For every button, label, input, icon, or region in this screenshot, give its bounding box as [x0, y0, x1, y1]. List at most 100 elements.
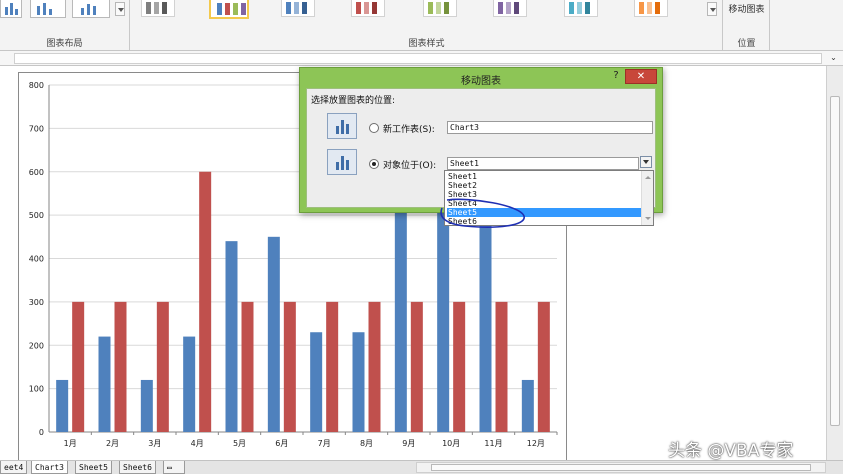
layout-more-button[interactable]	[115, 2, 125, 16]
sheet-dropdown-list[interactable]: Sheet1 Sheet2 Sheet3 Sheet4 Sheet5 Sheet…	[444, 170, 654, 226]
dropdown-item-sheet2[interactable]: Sheet2	[447, 181, 641, 190]
layout-thumb-1[interactable]	[0, 0, 22, 18]
dropdown-scrollbar[interactable]	[641, 171, 653, 225]
style-swatch-purple[interactable]	[493, 0, 527, 17]
dialog-title: 移动图表	[461, 76, 501, 87]
x-tick-label: 7月	[318, 439, 331, 448]
chart-layout-group: 图表布局	[0, 0, 130, 50]
sheet-tab-sheet6[interactable]: Sheet6	[119, 461, 156, 474]
bar-series2	[156, 301, 169, 432]
formula-input[interactable]	[14, 53, 822, 64]
bar-series2	[199, 171, 212, 432]
help-icon[interactable]: ?	[610, 70, 622, 81]
bar-series2	[410, 301, 423, 432]
new-sheet-chart-icon	[327, 113, 357, 139]
style-swatch-multicolor[interactable]	[209, 0, 249, 19]
bar-series1	[310, 332, 323, 432]
x-tick-label: 8月	[360, 439, 373, 448]
y-tick-label: 400	[29, 255, 44, 264]
move-chart-button[interactable]: 移动图表	[724, 2, 769, 15]
style-swatch-blue[interactable]	[281, 0, 315, 17]
expand-formula-bar-icon[interactable]: ⌄	[828, 52, 839, 64]
insert-sheet-icon[interactable]: ▭	[163, 461, 185, 474]
object-in-label: 对象位于(O):	[383, 161, 437, 171]
formula-bar: ⌄	[0, 50, 843, 66]
bar-series2	[368, 301, 381, 432]
bar-series2	[114, 301, 127, 432]
bar-series2	[326, 301, 339, 432]
dialog-prompt: 选择放置图表的位置:	[311, 96, 396, 106]
chart-layout-group-label: 图表布局	[46, 39, 83, 49]
chevron-down-icon[interactable]	[640, 156, 652, 168]
chart-styles-group: 图表样式	[131, 0, 723, 50]
sheet-tab-bar: eet4 Chart3 Sheet5 Sheet6 ▭	[0, 460, 843, 474]
x-tick-label: 3月	[148, 439, 161, 448]
bar-series2	[283, 301, 296, 432]
horizontal-scroll-thumb[interactable]	[431, 464, 811, 471]
y-tick-label: 500	[29, 211, 44, 220]
scroll-down-icon[interactable]	[645, 217, 651, 220]
dropdown-item-sheet4[interactable]: Sheet4	[447, 199, 641, 208]
bar-series2	[241, 301, 254, 432]
x-tick-label: 11月	[484, 439, 502, 448]
y-tick-label: 300	[29, 298, 44, 307]
new-sheet-radio[interactable]	[369, 123, 379, 133]
dropdown-item-sheet1[interactable]: Sheet1	[447, 172, 641, 181]
x-tick-label: 2月	[106, 439, 119, 448]
style-swatch-orange[interactable]	[634, 0, 668, 17]
sheet-tab-sheet4[interactable]: eet4	[0, 461, 28, 474]
styles-more-button[interactable]	[707, 2, 717, 16]
style-swatch-red[interactable]	[351, 0, 385, 17]
bar-series1	[267, 236, 280, 432]
x-tick-label: 1月	[64, 439, 77, 448]
dropdown-item-sheet6[interactable]: Sheet6	[447, 217, 641, 226]
x-tick-label: 5月	[233, 439, 246, 448]
watermark: 头条 @VBA专家	[668, 441, 794, 461]
bar-series1	[183, 336, 196, 432]
x-tick-label: 6月	[275, 439, 288, 448]
location-group-label: 位置	[737, 39, 756, 49]
y-tick-label: 200	[29, 341, 44, 350]
location-group: 移动图表 位置	[724, 0, 770, 50]
x-tick-label: 12月	[527, 439, 545, 448]
layout-thumb-2[interactable]	[30, 0, 66, 18]
y-tick-label: 800	[29, 81, 44, 90]
horizontal-scrollbar[interactable]	[416, 462, 826, 473]
vertical-scrollbar[interactable]	[826, 66, 843, 460]
bar-series1	[352, 332, 365, 432]
y-tick-label: 700	[29, 124, 44, 133]
bar-series2	[453, 301, 466, 432]
x-tick-label: 10月	[442, 439, 460, 448]
chart-styles-group-label: 图表样式	[408, 39, 445, 49]
bar-series2	[495, 301, 508, 432]
layout-thumb-3[interactable]	[72, 0, 110, 18]
sheet-tab-chart3[interactable]: Chart3	[31, 461, 68, 474]
new-sheet-name-input[interactable]: Chart3	[447, 121, 653, 134]
new-sheet-label: 新工作表(S):	[383, 125, 435, 135]
bar-series1	[479, 215, 492, 432]
y-tick-label: 0	[39, 428, 44, 437]
x-tick-label: 9月	[402, 439, 415, 448]
bar-series1	[521, 379, 534, 432]
style-swatch-gray[interactable]	[141, 0, 175, 17]
x-tick-label: 4月	[191, 439, 204, 448]
bar-series1	[56, 379, 69, 432]
object-in-combo[interactable]: Sheet1	[447, 157, 639, 170]
sheet-tab-sheet5[interactable]: Sheet5	[75, 461, 112, 474]
y-tick-label: 100	[29, 385, 44, 394]
dropdown-item-sheet5[interactable]: Sheet5	[447, 208, 641, 217]
close-button[interactable]: ✕	[625, 69, 657, 84]
scroll-up-icon[interactable]	[645, 176, 651, 179]
style-swatch-green[interactable]	[423, 0, 457, 17]
style-swatch-aqua[interactable]	[564, 0, 598, 17]
object-in-radio[interactable]	[369, 159, 379, 169]
dropdown-item-sheet3[interactable]: Sheet3	[447, 190, 641, 199]
object-chart-icon	[327, 149, 357, 175]
bar-series1	[225, 241, 238, 432]
y-tick-label: 600	[29, 168, 44, 177]
bar-series2	[537, 301, 550, 432]
vertical-scroll-thumb[interactable]	[830, 96, 840, 426]
bar-series1	[140, 379, 153, 432]
bar-series1	[98, 336, 111, 432]
ribbon: 图表布局 图表样式 移动图表 位置	[0, 0, 843, 50]
